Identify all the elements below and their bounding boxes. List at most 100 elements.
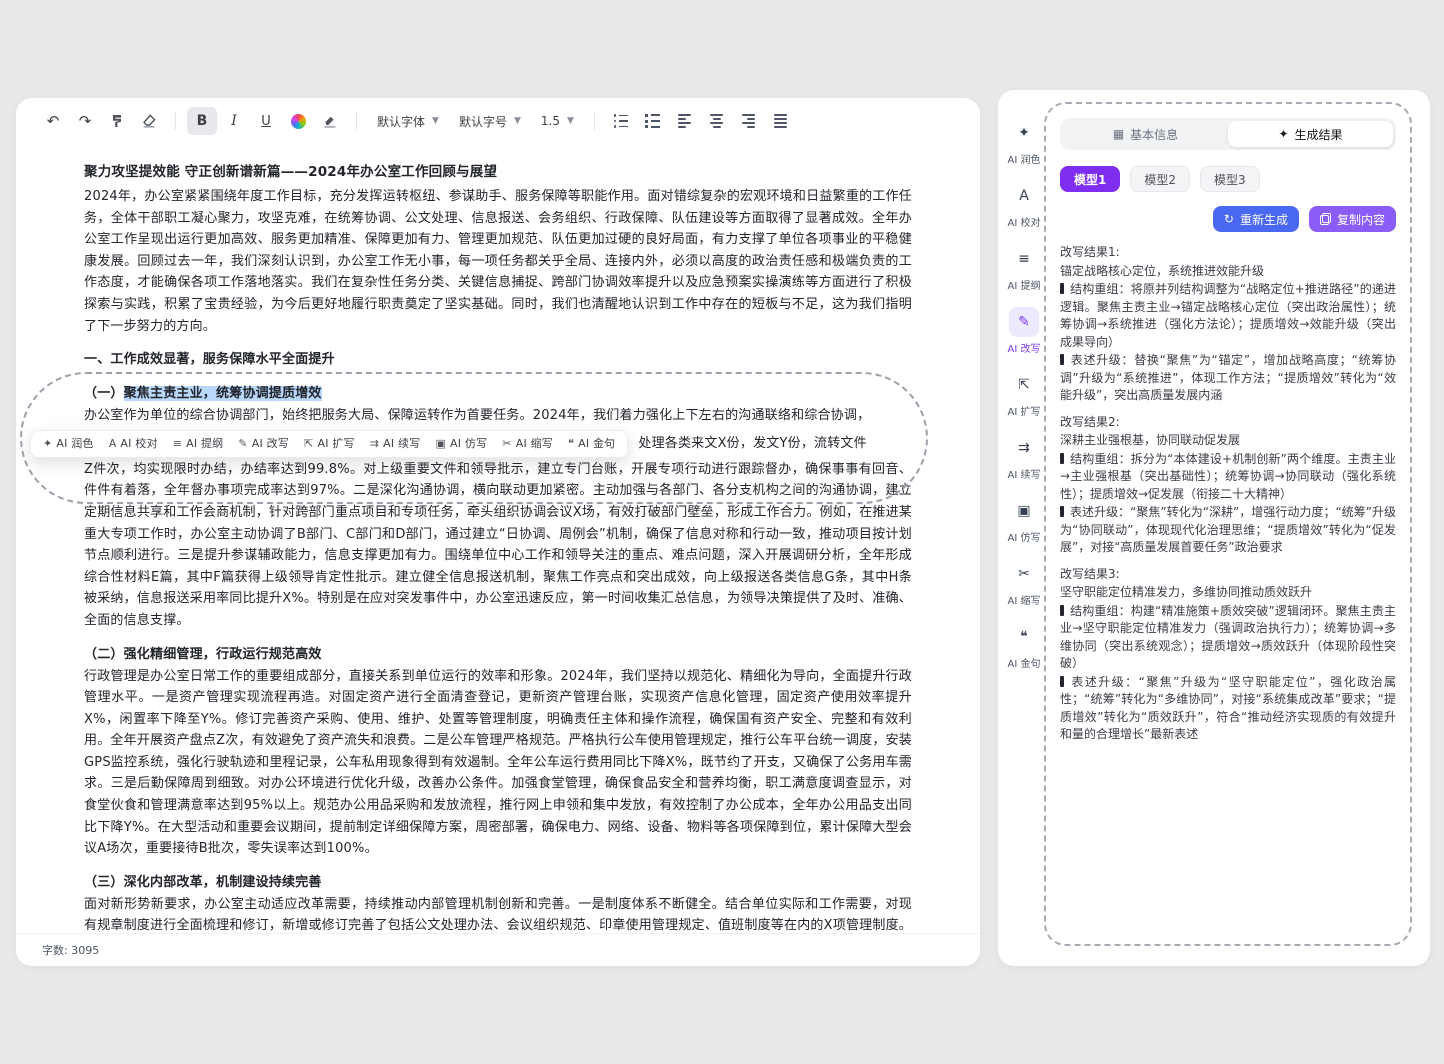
result-label: 改写结果2:: [1060, 414, 1396, 432]
redo-button[interactable]: ↷: [70, 107, 100, 135]
numbered-list-button[interactable]: [638, 107, 668, 135]
float-ai-quote-button[interactable]: ❝AI 金句: [568, 433, 615, 455]
format-painter-icon: [109, 113, 125, 129]
ai-floating-toolbar: ✦AI 润色 AAI 校对 ≡AI 提纲 ✎AI 改写 ⇱AI 扩写 ⇉AI 续…: [30, 430, 628, 458]
document-subheading-1: （一）聚焦主责主业，统筹协调提质增效: [84, 383, 912, 405]
result-item: 结构重组：构建“精准施策+质效突破”逻辑闭环。聚焦主责主业→坚守职能定位精准发力…: [1060, 603, 1396, 673]
result-item: 结构重组：将原并列结构调整为“战略定位+推进路径”的递进逻辑。聚焦主责主业→锚定…: [1060, 281, 1396, 351]
editor-toolbar: ↶ ↷ B I U 默认字体▼ 默认字号▼ 1.5▼: [16, 98, 980, 144]
proofread-icon: A: [1009, 181, 1039, 211]
ai-tool-strip: ✦ AI 润色 A AI 校对 ≡ AI 提纲 ✎ AI 改写 ⇱ AI 扩写 …: [1004, 118, 1044, 670]
rewrite-results[interactable]: 改写结果1: 锚定战略核心定位，系统推进效能升级 结构重组：将原并列结构调整为“…: [1060, 244, 1396, 744]
align-center-icon: [710, 114, 723, 128]
panel-tabs: ▦ 基本信息 ✦ 生成结果: [1060, 118, 1396, 150]
sparkle-icon: ✦: [43, 433, 52, 455]
copy-icon: ▣: [1009, 496, 1039, 526]
result-item: 表述升级：“聚焦”转化为“深耕”，增强行动力度；“统筹”升级为“协同联动”，体现…: [1060, 504, 1396, 557]
justify-icon: [774, 114, 787, 128]
sidebar-tool-ai-rewrite[interactable]: ✎ AI 改写: [1008, 307, 1041, 355]
block-marker-icon: [1060, 605, 1064, 616]
pen-icon: ✎: [238, 433, 247, 455]
document-body[interactable]: 聚力攻坚提效能 守正创新谱新篇——2024年办公室工作回顾与展望 2024年，办…: [16, 144, 980, 966]
block-marker-icon: [1060, 453, 1064, 464]
float-ai-proofread-button[interactable]: AAI 校对: [109, 433, 158, 455]
eraser-icon: [141, 113, 157, 129]
rewrite-result-1: 改写结果1: 锚定战略核心定位，系统推进效能升级 结构重组：将原并列结构调整为“…: [1060, 244, 1396, 405]
panel-dashed-outline: ▦ 基本信息 ✦ 生成结果 模型1 模型2 模型3 ↻ 重新生成 复制内容: [1044, 102, 1412, 946]
document-heading-1: 一、工作成效显著，服务保障水平全面提升: [84, 349, 912, 371]
outline-icon: ≡: [1009, 244, 1039, 274]
sidebar-tool-ai-quote[interactable]: ❝ AI 金句: [1008, 622, 1041, 670]
result-label: 改写结果3:: [1060, 566, 1396, 584]
sidebar-tool-ai-expand[interactable]: ⇱ AI 扩写: [1008, 370, 1041, 418]
justify-button[interactable]: [766, 107, 796, 135]
highlighter-icon: [322, 113, 338, 129]
quote-icon: ❝: [1009, 622, 1039, 652]
font-family-select[interactable]: 默认字体▼: [368, 107, 448, 135]
sidebar-tool-ai-outline[interactable]: ≡ AI 提纲: [1008, 244, 1041, 292]
bold-button[interactable]: B: [187, 107, 217, 135]
float-ai-outline-button[interactable]: ≡AI 提纲: [173, 433, 224, 455]
document-title: 聚力攻坚提效能 守正创新谱新篇——2024年办公室工作回顾与展望: [84, 160, 912, 184]
editor-window: ↶ ↷ B I U 默认字体▼ 默认字号▼ 1.5▼: [16, 98, 980, 966]
align-left-button[interactable]: [670, 107, 700, 135]
float-ai-polish-button[interactable]: ✦AI 润色: [43, 433, 94, 455]
sparkle-icon: ✦: [1278, 127, 1288, 141]
align-right-icon: [742, 114, 755, 128]
model-2-button[interactable]: 模型2: [1130, 166, 1190, 192]
underline-button[interactable]: U: [251, 107, 281, 135]
numbered-list-icon: [645, 114, 660, 129]
refresh-icon: ↻: [1224, 213, 1234, 225]
sidebar-tool-ai-shorten[interactable]: ✂ AI 缩写: [1008, 559, 1041, 607]
float-ai-continue-button[interactable]: ⇉AI 续写: [370, 433, 421, 455]
italic-button[interactable]: I: [219, 107, 249, 135]
color-palette-icon: [291, 114, 306, 129]
result-label: 改写结果1:: [1060, 244, 1396, 262]
model-1-button[interactable]: 模型1: [1060, 166, 1120, 192]
document-subheading-3: （三）深化内部改革，机制建设持续完善: [84, 872, 912, 894]
selected-text[interactable]: 聚焦主责主业，统筹协调提质增效: [124, 386, 322, 401]
bullet-list-button[interactable]: [606, 107, 636, 135]
info-grid-icon: ▦: [1113, 127, 1124, 141]
selection-toolbar-row: ✦AI 润色 AAI 校对 ≡AI 提纲 ✎AI 改写 ⇱AI 扩写 ⇉AI 续…: [84, 429, 912, 459]
undo-button[interactable]: ↶: [38, 107, 68, 135]
float-ai-expand-button[interactable]: ⇱AI 扩写: [304, 433, 355, 455]
scissors-icon: ✂: [502, 433, 511, 455]
float-ai-shorten-button[interactable]: ✂AI 缩写: [502, 433, 553, 455]
chevron-down-icon: ▼: [514, 116, 521, 126]
chevron-down-icon: ▼: [567, 116, 574, 126]
clear-format-button[interactable]: [134, 107, 164, 135]
result-title: 深耕主业强根基，协同联动促发展: [1060, 432, 1396, 450]
toolbar-divider: [175, 112, 176, 130]
tab-basic-info[interactable]: ▦ 基本信息: [1063, 121, 1228, 147]
toolbar-divider: [356, 112, 357, 130]
line-spacing-select[interactable]: 1.5 ▼: [532, 107, 583, 135]
model-3-button[interactable]: 模型3: [1200, 166, 1260, 192]
quote-icon: ❝: [568, 433, 574, 455]
float-ai-rewrite-button[interactable]: ✎AI 改写: [238, 433, 289, 455]
font-family-value: 默认字体: [377, 113, 425, 130]
document-paragraph: 行政管理是办公室日常工作的重要组成部分，直接关系到单位运行的效率和形象。2024…: [84, 666, 912, 860]
sidebar-tool-ai-imitate[interactable]: ▣ AI 仿写: [1008, 496, 1041, 544]
float-ai-imitate-button[interactable]: ▣AI 仿写: [435, 433, 487, 455]
align-right-button[interactable]: [734, 107, 764, 135]
sidebar-tool-ai-proofread[interactable]: A AI 校对: [1008, 181, 1041, 229]
sidebar-tool-ai-continue[interactable]: ⇉ AI 续写: [1008, 433, 1041, 481]
format-painter-button[interactable]: [102, 107, 132, 135]
copy-content-button[interactable]: 复制内容: [1309, 206, 1396, 232]
regenerate-button[interactable]: ↻ 重新生成: [1213, 206, 1299, 232]
document-paragraph: Z件次，均实现限时办结，办结率达到99.8%。对上级重要文件和领导批示，建立专门…: [84, 459, 912, 632]
bullet-list-icon: [614, 114, 629, 127]
rewrite-result-3: 改写结果3: 坚守职能定位精准发力，多维协同推动质效跃升 结构重组：构建“精准施…: [1060, 566, 1396, 744]
line-spacing-value: 1.5: [541, 114, 560, 128]
highlight-color-button[interactable]: [315, 107, 345, 135]
tab-generated-result[interactable]: ✦ 生成结果: [1228, 121, 1393, 147]
align-center-button[interactable]: [702, 107, 732, 135]
text-color-button[interactable]: [283, 107, 313, 135]
copy-icon: [1320, 213, 1331, 225]
font-size-select[interactable]: 默认字号▼: [450, 107, 530, 135]
sidebar-tool-ai-polish[interactable]: ✦ AI 润色: [1008, 118, 1041, 166]
result-item: 结构重组：拆分为“本体建设+机制创新”两个维度。主责主业→主业强根基（突出基础性…: [1060, 451, 1396, 504]
result-title: 锚定战略核心定位，系统推进效能升级: [1060, 263, 1396, 281]
toolbar-divider: [594, 112, 595, 130]
